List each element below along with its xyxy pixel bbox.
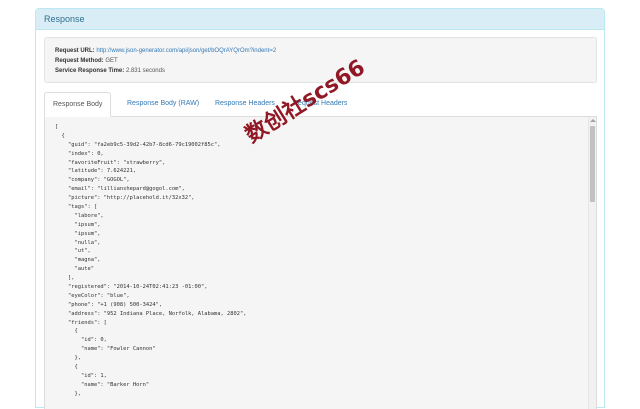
request-info: Request URL: http://www.json-generator.c… — [44, 37, 597, 83]
tab-response-body[interactable]: Response Body — [44, 92, 111, 117]
code-line: "magna", — [55, 257, 101, 264]
code-line: "registered": "2014-10-24T02:41:23 -01:0… — [55, 284, 208, 291]
code-line: "name": "Barker Horn" — [55, 381, 150, 388]
vertical-scrollbar[interactable] — [588, 117, 596, 409]
tab-response-body-raw[interactable]: Response Body (RAW) — [119, 92, 199, 116]
code-line: "friends": [ — [55, 319, 107, 326]
panel-title: Response — [36, 9, 604, 30]
code-line: ], — [55, 275, 75, 282]
code-line: "ipsum", — [55, 230, 101, 237]
request-method-value: GET — [105, 58, 118, 64]
response-panel: Response Request URL: http://www.json-ge… — [35, 8, 605, 409]
code-line: "nulla", — [55, 239, 101, 246]
code-line: "guid": "fa2eb9c5-39d2-42b7-8cd6-79c1900… — [55, 141, 221, 148]
code-line: "labore", — [55, 212, 104, 219]
code-line: "picture": "http://placehold.it/32x32", — [55, 195, 195, 202]
tab-request-headers[interactable]: Request Headers — [285, 92, 347, 116]
code-line: "id": 1, — [55, 372, 107, 379]
request-method-label: Request Method: — [55, 58, 104, 64]
code-line: "phone": "+1 (908) 500-3424", — [55, 301, 163, 308]
code-line: "ut", — [55, 248, 91, 255]
code-line: { — [55, 328, 78, 335]
code-line: "ipsum", — [55, 221, 101, 228]
code-line: "id": 0, — [55, 337, 107, 344]
code-line: { — [55, 364, 78, 371]
tab-response-headers[interactable]: Response Headers — [207, 92, 279, 116]
response-tabs: Response Body Response Body (RAW) Respon… — [44, 92, 597, 117]
code-line: "name": "Fowler Cannon" — [55, 346, 156, 353]
code-line: "index": 0, — [55, 150, 104, 157]
response-body-viewer[interactable]: [ { "guid": "fa2eb9c5-39d2-42b7-8cd6-79c… — [44, 117, 597, 409]
response-body-code: [ { "guid": "fa2eb9c5-39d2-42b7-8cd6-79c… — [55, 123, 246, 399]
code-line: "favoriteFruit": "strawberry", — [55, 159, 166, 166]
request-url-row: Request URL: http://www.json-generator.c… — [55, 46, 596, 56]
code-line: "email": "lillianshepard@gogol.com", — [55, 186, 185, 193]
code-line: "company": "GOGOL", — [55, 177, 130, 184]
response-time-label: Service Response Time: — [55, 68, 125, 74]
code-line: "eyeColor": "blue", — [55, 292, 130, 299]
response-time-value: 2.831 seconds — [125, 68, 165, 74]
scroll-thumb[interactable] — [590, 126, 595, 202]
request-url-link[interactable]: http://www.json-generator.com/api/json/g… — [96, 48, 276, 54]
code-line: "latitude": 7.624221, — [55, 168, 137, 175]
request-url-label: Request URL: — [55, 48, 95, 54]
code-line: "address": "952 Indiana Place, Norfolk, … — [55, 310, 247, 317]
response-time-row: Service Response Time: 2.831 seconds — [55, 66, 596, 76]
code-line: { — [55, 132, 65, 139]
scroll-up-arrow-icon[interactable] — [590, 119, 596, 122]
code-line: "tags": [ — [55, 204, 98, 211]
code-line: "aute" — [55, 266, 94, 273]
code-line: }, — [55, 390, 81, 397]
code-line: }, — [55, 355, 81, 362]
code-line: [ — [55, 124, 59, 130]
request-method-row: Request Method: GET — [55, 56, 596, 66]
